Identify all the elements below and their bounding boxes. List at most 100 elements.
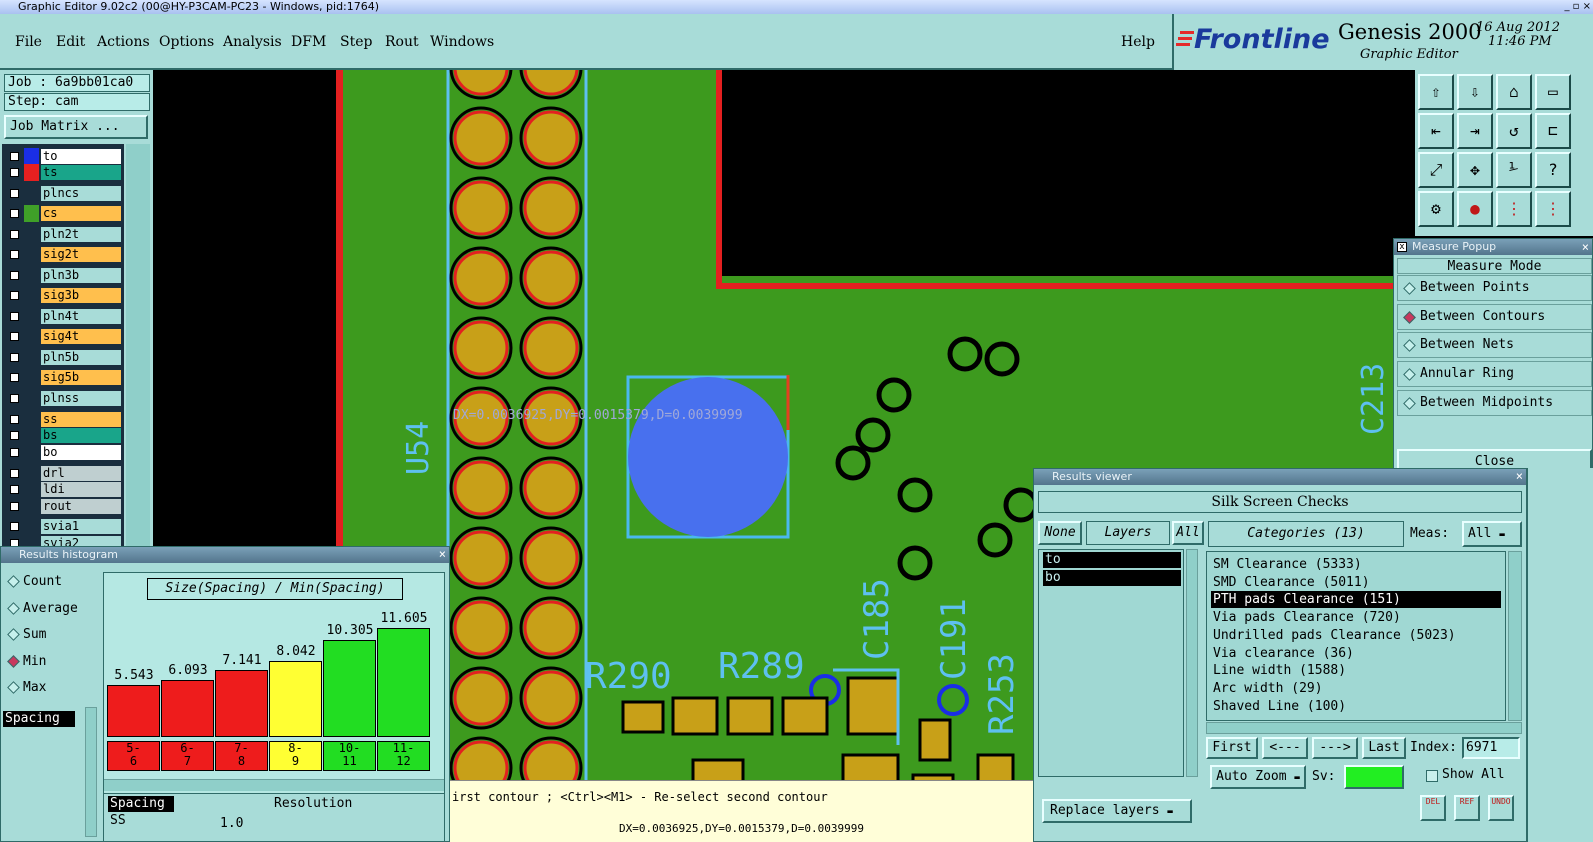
layer-scrollbar[interactable] [126, 144, 150, 546]
list-item-spacing[interactable]: Spacing [108, 796, 174, 812]
layer-name[interactable]: bs [40, 427, 122, 444]
pth-pad[interactable] [523, 320, 579, 376]
category-item[interactable]: Via clearance (36) [1211, 645, 1501, 662]
chart-scrollbar[interactable] [104, 779, 444, 791]
layer-color-swatch[interactable] [24, 246, 39, 263]
layer-row-pln5b[interactable]: pln5b [6, 349, 122, 366]
home-icon[interactable]: ⌂ [1496, 74, 1532, 110]
layer-name[interactable]: pln2t [40, 226, 122, 243]
layer-checkbox[interactable] [6, 411, 23, 428]
layer-color-swatch[interactable] [24, 498, 39, 515]
layer-checkbox[interactable] [6, 518, 23, 535]
layer-name[interactable]: bo [40, 444, 122, 461]
layer-name[interactable]: sig5b [40, 369, 122, 386]
layer-color-swatch[interactable] [24, 267, 39, 284]
layer-row-svia1[interactable]: svia1 [6, 518, 122, 535]
category-item[interactable]: Via pads Clearance (720) [1211, 609, 1501, 626]
radio-icon[interactable] [1403, 396, 1416, 410]
radio-icon[interactable] [7, 575, 20, 588]
menu-actions[interactable]: Actions [97, 34, 150, 50]
layer-row-bs[interactable]: bs [6, 427, 122, 444]
layer-color-swatch[interactable] [24, 308, 39, 325]
histogram-field-selected[interactable]: Spacing [3, 711, 75, 727]
layer-row-drl[interactable]: drl [6, 465, 122, 482]
layer-row-to[interactable]: to [6, 148, 122, 165]
layer-color-swatch[interactable] [24, 205, 39, 222]
first-button[interactable]: First [1206, 737, 1258, 759]
radio-icon[interactable] [7, 601, 20, 615]
pan-left-icon[interactable]: ⇤ [1418, 113, 1454, 149]
histogram-bar[interactable] [377, 628, 430, 737]
layer-row-sig4t[interactable]: sig4t [6, 328, 122, 345]
histogram-bar[interactable] [107, 685, 160, 737]
pth-pad[interactable] [523, 670, 579, 726]
category-item[interactable]: SM Clearance (5333) [1211, 556, 1501, 573]
layer-checkbox[interactable] [6, 246, 23, 263]
layer-color-swatch[interactable] [24, 226, 39, 243]
layer-checkbox[interactable] [6, 287, 23, 304]
layer-color-swatch[interactable] [24, 287, 39, 304]
pth-pad[interactable] [453, 110, 509, 166]
category-scrollbar[interactable] [1508, 551, 1522, 721]
layer-name[interactable]: pln5b [40, 349, 122, 366]
meas-select[interactable]: All ▬ [1462, 521, 1522, 547]
layer-color-swatch[interactable] [24, 390, 39, 407]
layer-name[interactable]: sig3b [40, 287, 122, 304]
layer-row-sig3b[interactable]: sig3b [6, 287, 122, 304]
popup-menu-icon[interactable]: x [1397, 242, 1407, 252]
layer-name[interactable]: pln3b [40, 267, 122, 284]
layer-color-swatch[interactable] [24, 427, 39, 444]
layer-row-pln4t[interactable]: pln4t [6, 308, 122, 325]
scale-icon[interactable]: ⅟ [1496, 152, 1532, 188]
category-item[interactable]: Undrilled pads Clearance (5023) [1211, 627, 1501, 644]
upload-icon[interactable]: ⇧ [1418, 74, 1454, 110]
prev-button[interactable]: <--- [1262, 737, 1308, 759]
menu-step[interactable]: Step [340, 34, 372, 50]
layer-checkbox[interactable] [6, 205, 23, 222]
layer-row-ldi[interactable]: ldi [6, 481, 122, 498]
replace-layers-select[interactable]: Replace layers ▬ [1042, 799, 1192, 823]
layer-checkbox[interactable] [6, 328, 23, 345]
auto-zoom-select[interactable]: Auto Zoom ▬ [1210, 765, 1306, 789]
layer-row-bo[interactable]: bo [6, 444, 122, 461]
pin-icon[interactable]: ● [1457, 191, 1493, 227]
pth-pad[interactable] [523, 110, 579, 166]
undo-view-icon[interactable]: ↺ [1496, 113, 1532, 149]
radio-icon[interactable] [1403, 310, 1416, 324]
layer-color-swatch[interactable] [24, 481, 39, 498]
result-layer-bo[interactable]: bo [1043, 570, 1181, 586]
layer-row-cs[interactable]: cs [6, 205, 122, 222]
measure-option-between-midpoints[interactable]: Between Midpoints [1397, 389, 1592, 416]
layer-row-pln2t[interactable]: pln2t [6, 226, 122, 243]
pth-pad[interactable] [453, 530, 509, 586]
pth-pad[interactable] [453, 460, 509, 516]
none-button[interactable]: None [1038, 521, 1082, 545]
pth-pad[interactable] [453, 180, 509, 236]
all-button[interactable]: All [1172, 521, 1204, 545]
radio-icon[interactable] [1403, 339, 1416, 353]
pth-pad[interactable] [453, 600, 509, 656]
help-icon[interactable]: ? [1535, 152, 1571, 188]
stat-option-average[interactable]: Average [3, 598, 97, 620]
layer-name[interactable]: ss [40, 411, 122, 428]
category-item[interactable]: SMD Clearance (5011) [1211, 574, 1501, 591]
layer-row-plnss[interactable]: plnss [6, 390, 122, 407]
histogram-bar[interactable] [215, 670, 268, 737]
layer-name[interactable]: svia1 [40, 518, 122, 535]
pth-pad[interactable] [523, 180, 579, 236]
histogram-bar[interactable] [161, 680, 214, 737]
close-icon[interactable]: × [1582, 240, 1589, 254]
sv-color-select[interactable] [1344, 765, 1404, 789]
pth-pad[interactable] [523, 460, 579, 516]
menu-options[interactable]: Options [159, 34, 214, 50]
undo-button[interactable]: UNDO [1488, 795, 1514, 821]
layer-color-swatch[interactable] [24, 164, 39, 181]
close-icon[interactable]: × [439, 547, 446, 561]
layer-color-swatch[interactable] [24, 369, 39, 386]
pth-pad[interactable] [523, 600, 579, 656]
menu-help[interactable]: Help [1121, 34, 1155, 50]
layer-list-scrollbar[interactable] [1186, 549, 1198, 777]
layer-name[interactable]: rout [40, 498, 122, 515]
tool-icon[interactable]: ⚙ [1418, 191, 1454, 227]
result-layer-to[interactable]: to [1043, 552, 1181, 568]
